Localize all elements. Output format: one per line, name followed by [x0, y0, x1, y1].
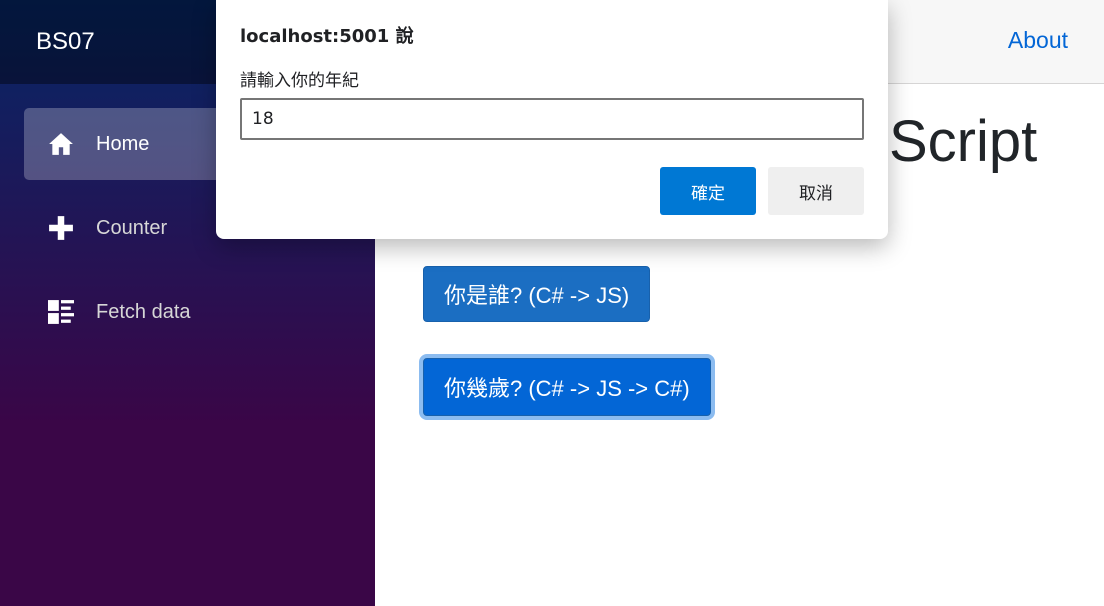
- who-are-you-button[interactable]: 你是誰? (C# -> JS): [423, 266, 651, 322]
- cancel-button[interactable]: 取消: [768, 167, 864, 215]
- about-link[interactable]: About: [1008, 27, 1068, 54]
- sidebar-item-label: Counter: [96, 216, 168, 239]
- home-icon: [48, 131, 74, 157]
- plus-icon: [48, 215, 74, 241]
- dialog-title: localhost:5001 說: [240, 26, 414, 47]
- sidebar-item-fetch-data[interactable]: Fetch data: [24, 276, 351, 348]
- list-rich-icon: [48, 299, 74, 325]
- prompt-dialog: localhost:5001 說 請輸入你的年紀 確定 取消: [216, 0, 888, 239]
- how-old-button[interactable]: 你幾歲? (C# -> JS -> C#): [423, 358, 711, 416]
- sidebar-item-label: Home: [96, 132, 150, 155]
- ok-button[interactable]: 確定: [660, 167, 756, 215]
- app-brand[interactable]: BS07: [36, 28, 95, 56]
- sidebar-item-label: Fetch data: [96, 300, 191, 323]
- age-input[interactable]: [240, 98, 864, 140]
- page-title: Script: [889, 109, 1038, 174]
- dialog-message: 請輸入你的年紀: [240, 71, 359, 91]
